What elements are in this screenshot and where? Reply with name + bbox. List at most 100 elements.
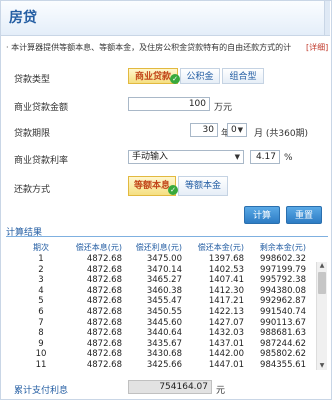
table-row: 9 4872.68 3435.67 1437.01 987244.62 <box>8 339 326 350</box>
cell-remaining: 997199.79 <box>260 264 306 275</box>
calculate-button[interactable]: 计算 <box>244 206 280 224</box>
table-row: 4 4872.68 3460.38 1412.30 994380.08 <box>8 286 326 297</box>
term-years-input[interactable]: 30 <box>190 123 218 137</box>
cell-period: 6 <box>38 306 44 317</box>
cell-remaining: 988681.63 <box>260 328 306 339</box>
repay-equal-installment-label: 等额本息 <box>133 181 170 191</box>
table-row: 1 4872.68 3475.00 1397.68 998602.32 <box>8 254 326 265</box>
chevron-down-icon: ▼ <box>237 126 243 134</box>
total-interest-unit: 元 <box>216 386 226 396</box>
cell-period: 2 <box>38 264 44 275</box>
cell-principal: 1397.68 <box>208 254 244 264</box>
rate-unit: % <box>284 153 293 163</box>
loan-type-combined[interactable]: 组合型 <box>222 68 264 84</box>
description: · 本计算器提供等额本息、等额本金，及住房公积金贷款特有的自由还款方式的计 [详… <box>6 42 328 53</box>
cell-interest: 3470.14 <box>146 264 182 275</box>
cell-principal: 1447.01 <box>208 359 244 370</box>
header-edge <box>324 1 330 35</box>
cell-remaining: 990113.67 <box>260 317 306 328</box>
table-row: 10 4872.68 3430.68 1442.00 985802.62 <box>8 349 326 360</box>
cell-payment: 4872.68 <box>86 338 122 349</box>
loan-type-fund[interactable]: 公积金 <box>180 68 220 84</box>
results-divider <box>6 236 328 237</box>
cell-payment: 4872.68 <box>86 306 122 317</box>
rate-mode-select[interactable]: 手动输入 ▼ <box>128 150 244 164</box>
repay-equal-principal-label: 等额本金 <box>184 181 221 191</box>
cell-payment: 4872.68 <box>86 328 122 339</box>
table-row: 2 4872.68 3470.14 1402.53 997199.79 <box>8 265 326 276</box>
cell-remaining: 992962.87 <box>260 296 306 307</box>
cell-period: 7 <box>38 317 44 328</box>
cell-principal: 1427.07 <box>208 317 244 328</box>
col-principal: 偿还本金(元) <box>197 243 244 252</box>
cell-payment: 4872.68 <box>86 349 122 360</box>
amount-label: 商业贷款金额 <box>14 103 69 113</box>
scroll-down-icon[interactable]: ▼ <box>317 362 327 370</box>
cell-period: 11 <box>35 359 47 370</box>
rate-label: 商业贷款利率 <box>14 156 69 166</box>
page-title: 房贷 <box>9 10 37 26</box>
rate-mode-value: 手动输入 <box>132 152 169 162</box>
total-interest-value: 754164.07 <box>128 380 212 394</box>
cell-interest: 3445.60 <box>146 317 182 328</box>
amount-input[interactable]: 100 <box>128 97 210 111</box>
cell-principal: 1412.30 <box>208 285 244 296</box>
cell-interest: 3465.27 <box>146 275 182 286</box>
check-icon: ✓ <box>168 185 178 195</box>
table-row: 11 4872.68 3425.66 1447.01 984355.61 <box>8 360 326 371</box>
scroll-up-icon[interactable]: ▲ <box>317 262 327 270</box>
cell-interest: 3475.00 <box>146 254 182 264</box>
cell-payment: 4872.68 <box>86 296 122 307</box>
cell-remaining: 984355.61 <box>260 359 306 370</box>
table-row: 8 4872.68 3440.64 1432.03 988681.63 <box>8 328 326 339</box>
loan-type-label: 贷款类型 <box>14 75 51 85</box>
cell-payment: 4872.68 <box>86 254 122 264</box>
loan-type-commercial-label: 商业贷款 <box>134 72 171 82</box>
reset-button[interactable]: 重置 <box>286 206 322 224</box>
cell-principal: 1437.01 <box>208 338 244 349</box>
detail-link[interactable]: [详细] <box>306 42 328 53</box>
col-interest: 偿还利息(元) <box>135 243 182 252</box>
cell-remaining: 991540.74 <box>260 306 306 317</box>
col-remaining: 剩余本金(元) <box>259 243 306 252</box>
cell-remaining: 985802.62 <box>260 349 306 360</box>
scroll-thumb[interactable] <box>318 272 326 294</box>
cell-interest: 3435.67 <box>146 338 182 349</box>
table-row: 7 4872.68 3445.60 1427.07 990113.67 <box>8 318 326 329</box>
col-period: 期次 <box>33 243 49 252</box>
cell-principal: 1442.00 <box>208 349 244 360</box>
loan-type-fund-label: 公积金 <box>186 72 214 82</box>
results-scrollbar[interactable]: ▲ ▼ <box>316 262 327 370</box>
check-icon: ✓ <box>170 74 180 84</box>
repay-equal-principal[interactable]: 等额本金 <box>178 176 228 196</box>
cell-payment: 4872.68 <box>86 275 122 286</box>
cell-period: 4 <box>38 285 44 296</box>
cell-interest: 3440.64 <box>146 328 182 339</box>
term-months-value: 0 <box>231 125 237 135</box>
rate-input[interactable]: 4.17 <box>250 150 280 164</box>
cell-interest: 3460.38 <box>146 285 182 296</box>
cell-period: 1 <box>38 254 44 264</box>
cell-period: 8 <box>38 328 44 339</box>
cell-interest: 3430.68 <box>146 349 182 360</box>
cell-remaining: 995792.38 <box>260 275 306 286</box>
cell-principal: 1417.21 <box>208 296 244 307</box>
cell-period: 3 <box>38 275 44 286</box>
cell-period: 5 <box>38 296 44 307</box>
cell-remaining: 998602.32 <box>260 254 306 264</box>
term-months-select[interactable]: 0 ▼ <box>227 123 247 137</box>
cell-period: 9 <box>38 338 44 349</box>
term-label: 贷款期限 <box>14 129 51 139</box>
cell-interest: 3455.47 <box>146 296 182 307</box>
table-row: 6 4872.68 3450.55 1422.13 991540.74 <box>8 307 326 318</box>
cell-payment: 4872.68 <box>86 317 122 328</box>
cell-remaining: 994380.08 <box>260 285 306 296</box>
cell-principal: 1407.41 <box>208 275 244 286</box>
cell-payment: 4872.68 <box>86 359 122 370</box>
total-interest-label: 累计支付利息 <box>14 386 69 396</box>
header-bar: 房贷 <box>1 1 330 36</box>
amount-unit: 万元 <box>214 103 233 113</box>
cell-interest: 3425.66 <box>146 359 182 370</box>
cell-interest: 3450.55 <box>146 306 182 317</box>
results-table[interactable]: 1 4872.68 3475.00 1397.68 998602.32 2 4872.68 3… <box>8 254 326 372</box>
